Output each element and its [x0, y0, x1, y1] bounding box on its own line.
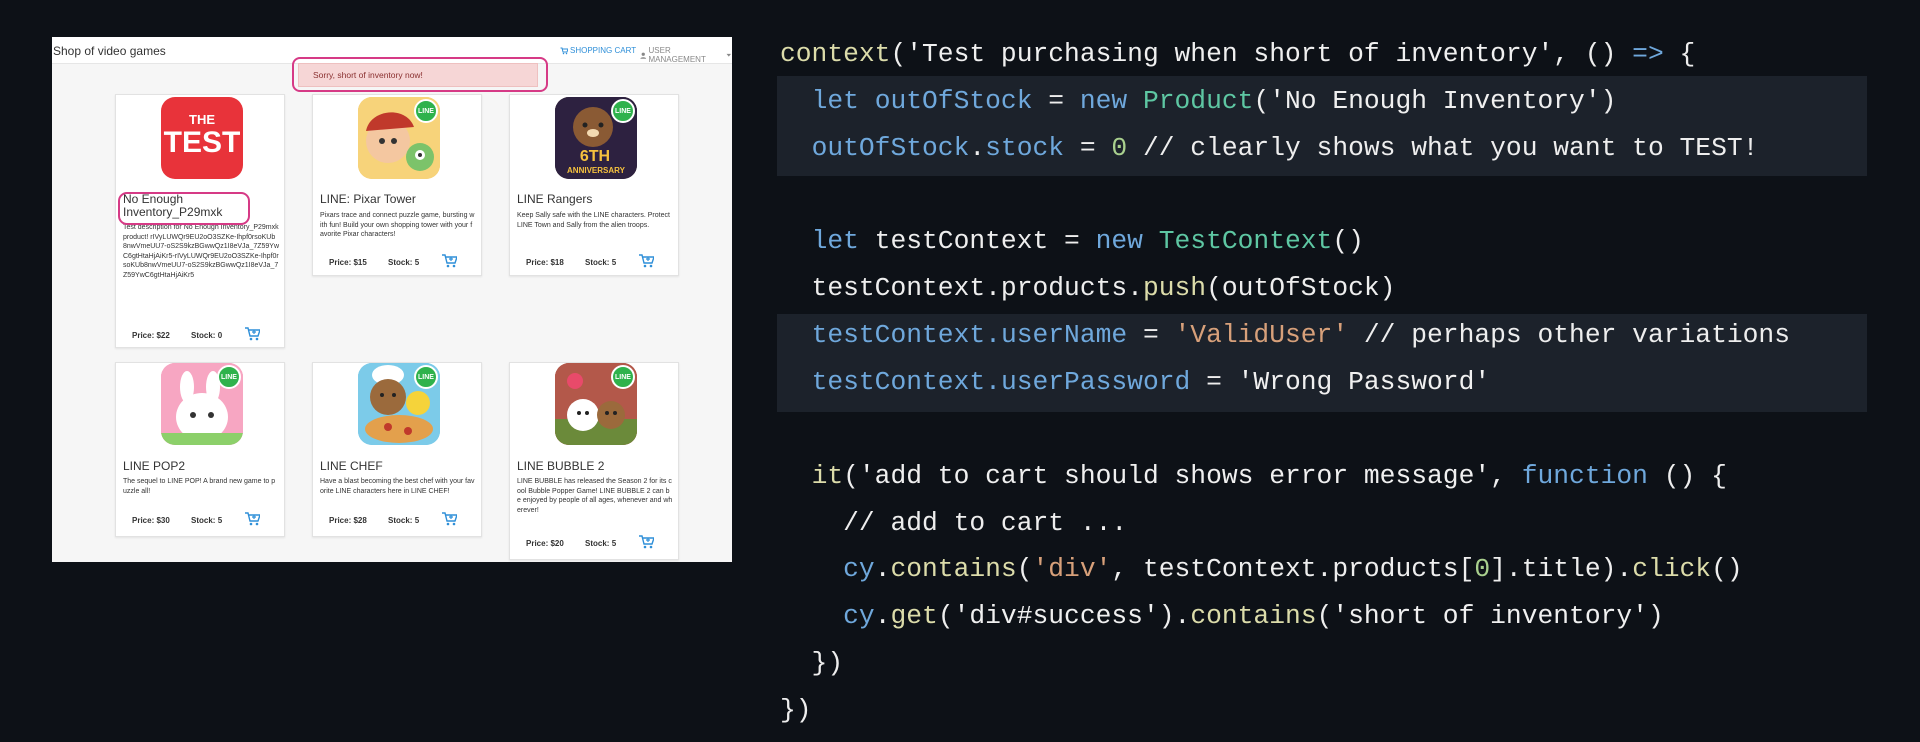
- add-to-cart-icon[interactable]: [638, 534, 654, 550]
- product-card[interactable]: LINE LINE BUBBLE 2 LINE BUBBLE has relea…: [509, 362, 679, 560]
- add-to-cart-icon[interactable]: [441, 511, 457, 527]
- pixar-tower-icon: LINE: [358, 97, 440, 179]
- product-description: The sequel to LINE POP! A brand new game…: [123, 478, 276, 495]
- product-footer: Price: $15 Stock: 5: [313, 253, 483, 271]
- product-description: Keep Sally safe with the LINE characters…: [517, 212, 670, 229]
- line-rangers-icon: 6TH ANNIVERSARY LINE: [555, 97, 637, 179]
- add-to-cart-icon[interactable]: [244, 511, 260, 527]
- line-badge: LINE: [611, 365, 635, 389]
- line-badge: LINE: [414, 99, 438, 123]
- error-alert: Sorry, short of inventory now!: [298, 63, 538, 87]
- svg-text:6TH: 6TH: [580, 148, 610, 165]
- code-line-7: testContext.userName = 'ValidUser' // pe…: [811, 320, 1790, 350]
- product-card[interactable]: LINE LINE: Pixar Tower Pixars trace and …: [312, 94, 482, 276]
- line-bubble2-icon: LINE: [555, 363, 637, 445]
- line-badge: LINE: [414, 365, 438, 389]
- code-line-8: testContext.userPassword = 'Wrong Passwo…: [811, 367, 1491, 397]
- code-line-6: testContext.products.push(outOfStock): [780, 273, 1396, 303]
- product-card[interactable]: 6TH ANNIVERSARY LINE LINE Rangers Keep S…: [509, 94, 679, 276]
- the-test-icon: THE TEST: [161, 97, 243, 179]
- code-line-1: context('Test purchasing when short of i…: [780, 39, 1696, 69]
- product-footer: Price: $28 Stock: 5: [313, 511, 483, 529]
- code-line-12: cy.contains('div', testContext.products[…: [843, 554, 1743, 584]
- svg-text:ANNIVERSARY: ANNIVERSARY: [567, 166, 626, 175]
- product-stock: Stock: 5: [388, 516, 420, 525]
- product-stock: Stock: 5: [585, 258, 617, 267]
- title-highlight-ring: [118, 192, 250, 225]
- product-title[interactable]: LINE POP2: [123, 460, 273, 473]
- product-footer: Price: $30 Stock: 5: [116, 511, 286, 529]
- product-card[interactable]: LINE LINE POP2 The sequel to LINE POP! A…: [115, 362, 285, 537]
- code-line-11: // add to cart ...: [780, 508, 1128, 538]
- product-card[interactable]: LINE LINE CHEF Have a blast becoming the…: [312, 362, 482, 537]
- cart-icon: [560, 47, 568, 54]
- product-description: Pixars trace and connect puzzle game, bu…: [320, 212, 475, 238]
- product-price: Price: $18: [526, 258, 564, 267]
- nav-user-management[interactable]: USER MANAGEMENT: [640, 46, 732, 64]
- product-description: LINE BUBBLE has released the Season 2 fo…: [517, 478, 673, 514]
- code-line-3: outOfStock.stock = 0 // clearly shows wh…: [811, 133, 1759, 163]
- line-badge: LINE: [217, 365, 241, 389]
- product-price: Price: $22: [132, 331, 170, 340]
- brand[interactable]: Shop of video games: [53, 44, 166, 58]
- code-line-10: it('add to cart should shows error messa…: [811, 461, 1727, 491]
- product-footer: Price: $22 Stock: 0: [116, 326, 286, 344]
- product-stock: Stock: 5: [585, 539, 617, 548]
- product-title[interactable]: LINE CHEF: [320, 460, 470, 473]
- caret-down-icon: [726, 53, 732, 57]
- product-price: Price: $15: [329, 258, 367, 267]
- nav-shopping-cart-label: SHOPPING CART: [570, 46, 637, 55]
- product-footer: Price: $20 Stock: 5: [510, 534, 680, 552]
- code-line-14: }): [780, 648, 844, 678]
- svg-text:THE: THE: [189, 112, 215, 127]
- product-description: Test description for No Enough Inventory…: [123, 224, 280, 279]
- product-stock: Stock: 5: [191, 516, 223, 525]
- add-to-cart-icon[interactable]: [638, 253, 654, 269]
- line-pop2-icon: LINE: [161, 363, 243, 445]
- nav-shopping-cart[interactable]: SHOPPING CART: [560, 46, 636, 55]
- product-price: Price: $20: [526, 539, 564, 548]
- code-line-5: let testContext = new TestContext(): [811, 226, 1364, 256]
- product-stock: Stock: 0: [191, 331, 223, 340]
- nav-user-management-label: USER MANAGEMENT: [648, 46, 706, 64]
- svg-text:TEST: TEST: [164, 126, 241, 159]
- shop-screenshot: Shop of video games SHOPPING CART USER M…: [52, 37, 732, 562]
- product-price: Price: $28: [329, 516, 367, 525]
- user-icon: [640, 52, 647, 59]
- add-to-cart-icon[interactable]: [441, 253, 457, 269]
- add-to-cart-icon[interactable]: [244, 326, 260, 342]
- product-title[interactable]: LINE Rangers: [517, 193, 667, 206]
- code-line-2: let outOfStock = new Product('No Enough …: [811, 86, 1617, 116]
- code-line-15: }): [780, 695, 812, 725]
- product-price: Price: $30: [132, 516, 170, 525]
- product-stock: Stock: 5: [388, 258, 420, 267]
- product-footer: Price: $18 Stock: 5: [510, 253, 680, 271]
- code-line-13: cy.get('div#success').contains('short of…: [843, 601, 1664, 631]
- product-title[interactable]: LINE: Pixar Tower: [320, 193, 470, 206]
- line-badge: LINE: [611, 99, 635, 123]
- product-description: Have a blast becoming the best chef with…: [320, 478, 475, 495]
- product-title[interactable]: LINE BUBBLE 2: [517, 460, 667, 473]
- line-chef-icon: LINE: [358, 363, 440, 445]
